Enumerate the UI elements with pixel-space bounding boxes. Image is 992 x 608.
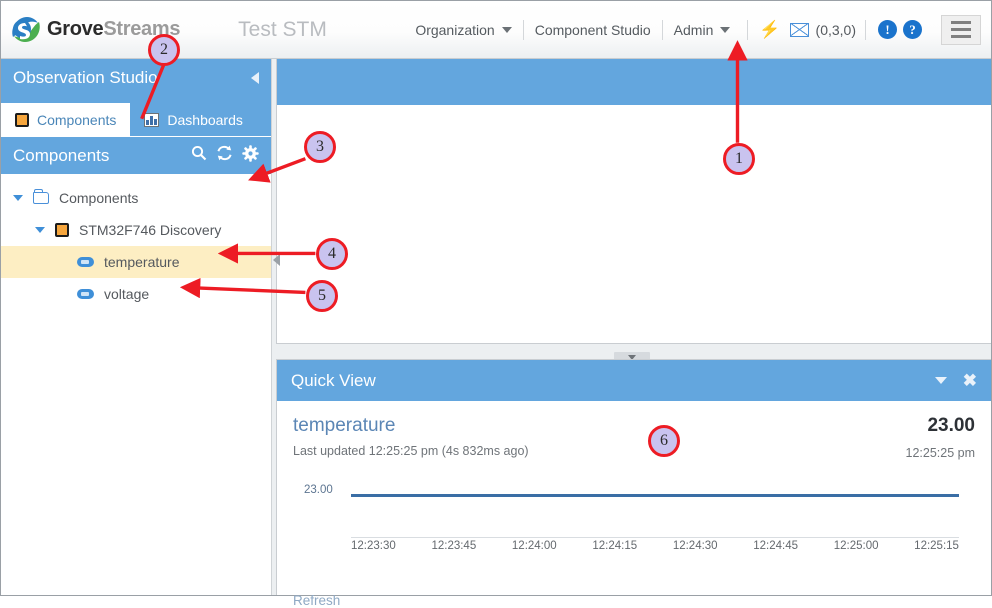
x-tick: 12:23:30 <box>351 540 396 552</box>
x-tick: 12:25:00 <box>834 540 879 552</box>
tab-dashboards-label: Dashboards <box>167 112 243 128</box>
sidebar-tabs: Components Dashboards <box>1 97 271 136</box>
x-tick: 12:24:15 <box>592 540 637 552</box>
quick-view-stream-name[interactable]: temperature <box>293 415 529 437</box>
close-icon[interactable]: ✖ <box>963 372 977 389</box>
page-title: Test STM <box>238 18 327 42</box>
nav-divider <box>865 20 866 40</box>
nav-item-component-studio[interactable]: Component Studio <box>524 22 662 38</box>
x-tick: 12:24:30 <box>673 540 718 552</box>
tab-dashboards[interactable]: Dashboards <box>130 103 257 136</box>
annotation-marker-4: 4 <box>316 238 348 270</box>
chevron-down-icon[interactable] <box>935 377 947 384</box>
components-section-title: Components <box>13 146 109 166</box>
annotation-marker-6: 6 <box>648 425 680 457</box>
tree-item-stm32f746-discovery[interactable]: STM32F746 Discovery <box>1 214 271 246</box>
alert-icon[interactable]: ! <box>878 20 897 39</box>
tree-item-voltage-label: voltage <box>104 286 149 302</box>
tree-item-components[interactable]: Components <box>1 182 271 214</box>
tree-item-components-label: Components <box>59 190 138 206</box>
temperature-line-chart: 23.00 12:23:30 12:23:45 12:24:00 12:24:1… <box>293 478 975 574</box>
quick-view-header: Quick View ✖ <box>277 360 991 401</box>
components-tree: Components STM32F746 Discovery temperatu… <box>1 174 271 310</box>
refresh-icon[interactable] <box>216 145 233 166</box>
refresh-link[interactable]: Refresh <box>293 593 340 608</box>
chevron-down-icon <box>720 27 730 33</box>
nav-item-component-studio-label: Component Studio <box>535 22 651 38</box>
components-section-header: Components <box>1 136 271 174</box>
annotation-marker-2-label: 2 <box>160 41 168 59</box>
search-icon[interactable] <box>191 145 207 166</box>
bar-chart-icon <box>144 113 159 127</box>
stream-icon <box>77 257 94 267</box>
component-detail-panel <box>276 59 991 344</box>
hamburger-menu-icon[interactable] <box>941 15 981 45</box>
quick-view-stream-block: temperature Last updated 12:25:25 pm (4s… <box>293 415 529 458</box>
left-sidebar: Observation Studio Components Dashboards… <box>1 59 272 595</box>
expand-triangle-icon[interactable] <box>13 195 23 201</box>
chip-icon <box>15 113 29 127</box>
x-tick: 12:25:15 <box>914 540 959 552</box>
message-counts: (0,3,0) <box>816 22 856 38</box>
annotation-marker-2: 2 <box>148 34 180 66</box>
quick-view-title: Quick View <box>291 371 376 391</box>
annotation-marker-3: 3 <box>304 131 336 163</box>
expand-triangle-icon[interactable] <box>35 227 45 233</box>
annotation-marker-6-label: 6 <box>660 432 668 450</box>
quick-view-summary-row: temperature Last updated 12:25:25 pm (4s… <box>293 415 975 460</box>
components-section-tools <box>191 145 259 167</box>
envelope-icon[interactable] <box>790 23 809 37</box>
application-window: GroveStreams Test STM Organization Compo… <box>0 0 992 596</box>
lightning-bolt-icon[interactable]: ⚡ <box>754 21 785 38</box>
annotation-marker-4-label: 4 <box>328 245 336 263</box>
gear-icon[interactable] <box>242 145 259 167</box>
nav-item-organization-label: Organization <box>415 22 494 38</box>
observation-studio-title: Observation Studio <box>1 59 271 97</box>
x-tick: 12:24:00 <box>512 540 557 552</box>
groovestreams-swirl-logo <box>9 13 43 47</box>
tab-components-label: Components <box>37 112 116 128</box>
quick-view-value: 23.00 <box>906 415 976 437</box>
quick-view-value-block: 23.00 12:25:25 pm <box>906 415 976 460</box>
chart-x-axis-ticks: 12:23:30 12:23:45 12:24:00 12:24:15 12:2… <box>351 540 959 552</box>
observation-studio-title-label: Observation Studio <box>13 68 158 88</box>
stream-icon <box>77 289 94 299</box>
nav-divider <box>747 20 748 40</box>
tab-components[interactable]: Components <box>1 103 130 136</box>
quick-view-value-time: 12:25:25 pm <box>906 446 976 460</box>
nav-item-organization[interactable]: Organization <box>404 22 522 38</box>
quick-view-last-updated: Last updated 12:25:25 pm (4s 832ms ago) <box>293 444 529 458</box>
chart-plot-area <box>351 478 959 538</box>
annotation-marker-3-label: 3 <box>316 138 324 156</box>
chart-series-temperature <box>351 494 959 497</box>
annotation-marker-5-label: 5 <box>318 287 326 305</box>
help-icon[interactable]: ? <box>903 20 922 39</box>
component-detail-panel-header <box>277 59 991 105</box>
annotation-marker-1: 1 <box>723 143 755 175</box>
chevron-down-icon <box>502 27 512 33</box>
nav-item-admin[interactable]: Admin <box>663 22 742 38</box>
header-nav: Organization Component Studio Admin ⚡ (0… <box>404 1 991 58</box>
nav-item-admin-label: Admin <box>674 22 714 38</box>
x-tick: 12:24:45 <box>753 540 798 552</box>
quick-view-body: temperature Last updated 12:25:25 pm (4s… <box>277 401 991 574</box>
quick-view-panel: Quick View ✖ temperature Last updated 12… <box>276 359 991 595</box>
panel-collapse-left-icon[interactable] <box>273 254 280 266</box>
chart-y-axis-tick: 23.00 <box>304 484 333 496</box>
folder-icon <box>33 192 49 204</box>
tree-item-temperature-label: temperature <box>104 254 179 270</box>
annotation-marker-1-label: 1 <box>735 150 743 168</box>
chip-icon <box>55 223 69 237</box>
x-tick: 12:23:45 <box>431 540 476 552</box>
tree-item-voltage[interactable]: voltage <box>1 278 271 310</box>
annotation-marker-5: 5 <box>306 280 338 312</box>
tree-item-stm32f746-discovery-label: STM32F746 Discovery <box>79 222 221 238</box>
brand-logo-primary: Grove <box>47 18 103 40</box>
quick-view-tools: ✖ <box>935 372 977 389</box>
collapse-left-icon[interactable] <box>251 72 259 84</box>
main-content-area: Quick View ✖ temperature Last updated 12… <box>272 59 991 595</box>
tree-item-temperature[interactable]: temperature <box>1 246 271 278</box>
